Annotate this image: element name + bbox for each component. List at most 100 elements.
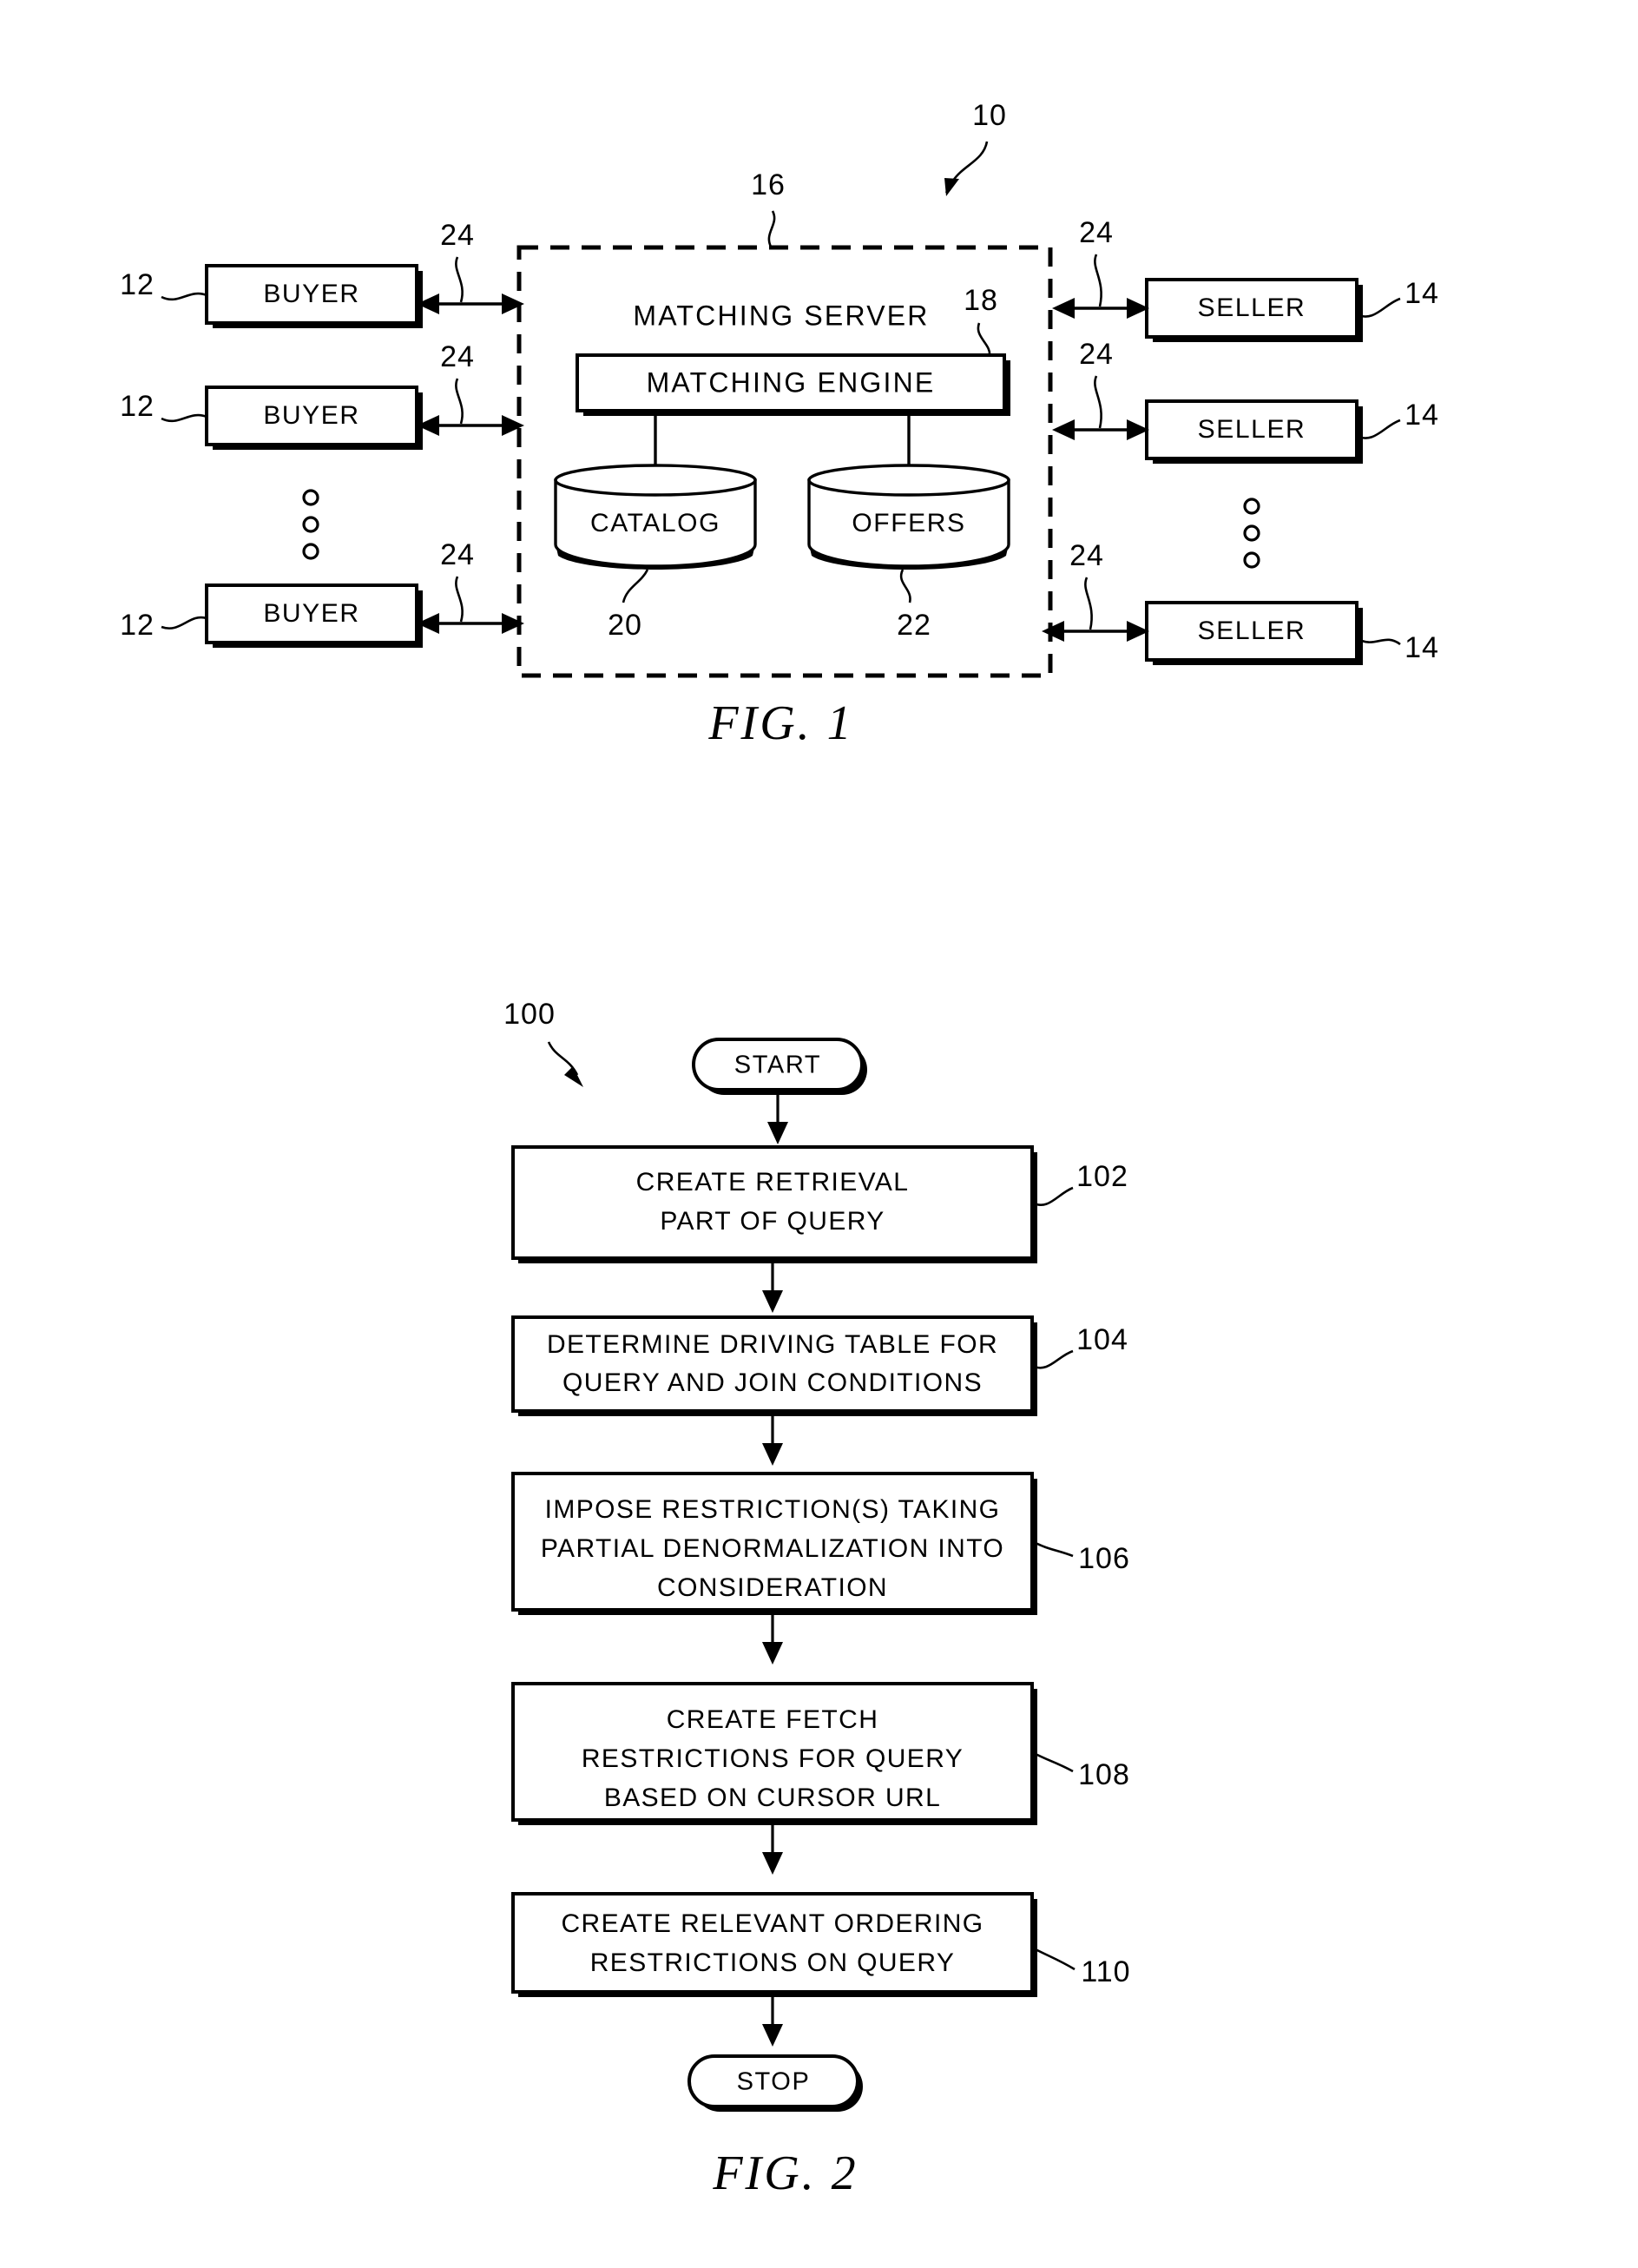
seller-2-link-arrow-left [1052, 419, 1075, 440]
step-box-102: CREATE RETRIEVAL PART OF QUERY [511, 1145, 1037, 1263]
matching-engine-label: MATCHING ENGINE [647, 366, 936, 398]
figure-1: 10 16 MATCHING SERVER MATCHING ENGINE 18 [120, 99, 1439, 750]
ref-label-buyer-1-link-24: 24 [440, 219, 475, 252]
ref-label-buyer-2-12: 12 [120, 390, 155, 423]
ref-label-buyer-3-link-24: 24 [440, 538, 475, 571]
step-box-106: IMPOSE RESTRICTION(S) TAKING PARTIAL DEN… [511, 1472, 1037, 1615]
leader-line-step-102 [1031, 1186, 1074, 1206]
flow-arrow-start-to-102-head [767, 1122, 788, 1144]
buyer-3-label: BUYER [263, 599, 359, 628]
ref-label-server-16: 16 [751, 168, 786, 201]
patent-figures-canvas: 10 16 MATCHING SERVER MATCHING ENGINE 18 [120, 99, 1439, 2200]
leader-line-catalog-20 [622, 569, 649, 603]
stop-terminator: STOP [687, 2054, 863, 2112]
ref-label-offers-22: 22 [897, 609, 931, 642]
seller-ellipsis-dot-3 [1243, 551, 1260, 569]
seller-1-label: SELLER [1198, 293, 1306, 322]
leader-line-buyer-1-link-24 [455, 256, 464, 303]
buyer-3-link [417, 613, 524, 634]
step-104-line-2: QUERY AND JOIN CONDITIONS [562, 1368, 983, 1397]
figure-1-caption: FIG. 1 [707, 696, 853, 750]
catalog-database: CATALOG [554, 464, 757, 570]
arrowhead-system-10 [944, 178, 959, 196]
buyer-1-link [417, 293, 524, 314]
leader-line-step-104 [1031, 1349, 1074, 1369]
matching-server-label: MATCHING SERVER [633, 300, 929, 331]
ref-label-step-102: 102 [1076, 1160, 1128, 1193]
buyer-ellipsis-dot-2 [302, 516, 319, 533]
flow-arrow-108-to-110-head [762, 1852, 783, 1875]
leader-line-seller-2-14 [1356, 419, 1401, 439]
flow-arrow-110-to-stop-head [762, 2024, 783, 2047]
catalog-label: CATALOG [590, 509, 720, 537]
ref-label-seller-2-14: 14 [1404, 399, 1439, 432]
step-104-line-1: DETERMINE DRIVING TABLE FOR [547, 1330, 998, 1359]
step-102-line-2: PART OF QUERY [660, 1207, 885, 1236]
leader-line-step-108 [1031, 1750, 1074, 1773]
step-box-104: DETERMINE DRIVING TABLE FOR QUERY AND JO… [511, 1315, 1037, 1416]
leader-line-buyer-3-link-24 [455, 576, 464, 623]
leader-line-seller-1-14 [1356, 297, 1401, 318]
buyer-node-2: BUYER [205, 386, 423, 450]
flow-arrow-102-to-104-head [762, 1290, 783, 1313]
seller-ellipsis-dot-1 [1243, 498, 1260, 515]
seller-node-3: SELLER [1145, 601, 1363, 665]
buyer-node-3: BUYER [205, 583, 423, 648]
ref-label-step-106: 106 [1078, 1542, 1130, 1575]
leader-line-offers-22 [899, 569, 911, 603]
ref-label-buyer-1-12: 12 [120, 268, 155, 301]
ref-label-process-100: 100 [503, 998, 556, 1031]
ref-label-seller-3-14: 14 [1404, 631, 1439, 664]
patent-drawing-page: 10 16 MATCHING SERVER MATCHING ENGINE 18 [0, 0, 1638, 2268]
ref-label-catalog-20: 20 [608, 609, 642, 642]
buyer-2-label: BUYER [263, 401, 359, 430]
seller-node-2: SELLER [1145, 399, 1363, 464]
step-102-line-1: CREATE RETRIEVAL [636, 1168, 910, 1197]
step-108-line-2: RESTRICTIONS FOR QUERY [582, 1744, 964, 1773]
ref-label-buyer-2-link-24: 24 [440, 340, 475, 373]
step-110-line-1: CREATE RELEVANT ORDERING [561, 1909, 983, 1938]
ref-label-seller-3-link-24: 24 [1069, 539, 1104, 572]
step-106-line-1: IMPOSE RESTRICTION(S) TAKING [545, 1495, 1001, 1524]
step-106-line-3: CONSIDERATION [657, 1573, 888, 1602]
step-106-line-2: PARTIAL DENORMALIZATION INTO [541, 1534, 1004, 1563]
step-box-110: CREATE RELEVANT ORDERING RESTRICTIONS ON… [511, 1892, 1037, 1997]
buyer-node-1: BUYER [205, 264, 423, 328]
step-108-line-3: BASED ON CURSOR URL [604, 1783, 941, 1812]
step-box-108: CREATE FETCH RESTRICTIONS FOR QUERY BASE… [511, 1682, 1037, 1825]
ref-label-step-110: 110 [1081, 1955, 1130, 1988]
seller-3-link [1042, 621, 1149, 642]
leader-line-step-110 [1031, 1946, 1076, 1971]
start-terminator: START [692, 1038, 867, 1095]
ref-label-step-108: 108 [1078, 1758, 1130, 1791]
stop-terminator-label: STOP [737, 2068, 811, 2096]
buyer-2-link [417, 415, 524, 436]
ref-label-seller-2-link-24: 24 [1079, 338, 1114, 371]
offers-database: OFFERS [807, 464, 1010, 570]
leader-line-step-106 [1031, 1539, 1074, 1558]
figure-2: 100 START CREATE RETRIEVAL PART OF QUERY… [503, 998, 1130, 2200]
leader-line-buyer-1-12 [161, 292, 207, 301]
seller-3-label: SELLER [1198, 616, 1306, 645]
leader-line-engine-18 [977, 322, 991, 357]
arrowhead-process-100 [564, 1066, 583, 1087]
catalog-cylinder-top [554, 464, 757, 497]
seller-node-1: SELLER [1145, 278, 1363, 342]
step-102-box [511, 1145, 1034, 1260]
seller-1-link-arrow-left [1052, 298, 1075, 319]
ref-label-seller-1-14: 14 [1404, 277, 1439, 310]
start-terminator-label: START [734, 1052, 821, 1079]
flow-arrow-104-to-106-head [762, 1443, 783, 1466]
ref-label-buyer-3-12: 12 [120, 609, 155, 642]
flow-arrow-106-to-108-head [762, 1642, 783, 1665]
seller-2-label: SELLER [1198, 415, 1306, 444]
seller-ellipsis-dot-2 [1243, 524, 1260, 542]
ref-label-engine-18: 18 [964, 284, 998, 317]
buyer-ellipsis [302, 489, 319, 560]
step-110-line-2: RESTRICTIONS ON QUERY [590, 1948, 956, 1977]
leader-line-buyer-2-link-24 [455, 378, 464, 425]
leader-line-seller-3-14 [1356, 636, 1401, 646]
offers-cylinder-top [807, 464, 1010, 497]
seller-3-link-arrow-left [1042, 621, 1064, 642]
leader-line-server-16 [767, 210, 776, 247]
